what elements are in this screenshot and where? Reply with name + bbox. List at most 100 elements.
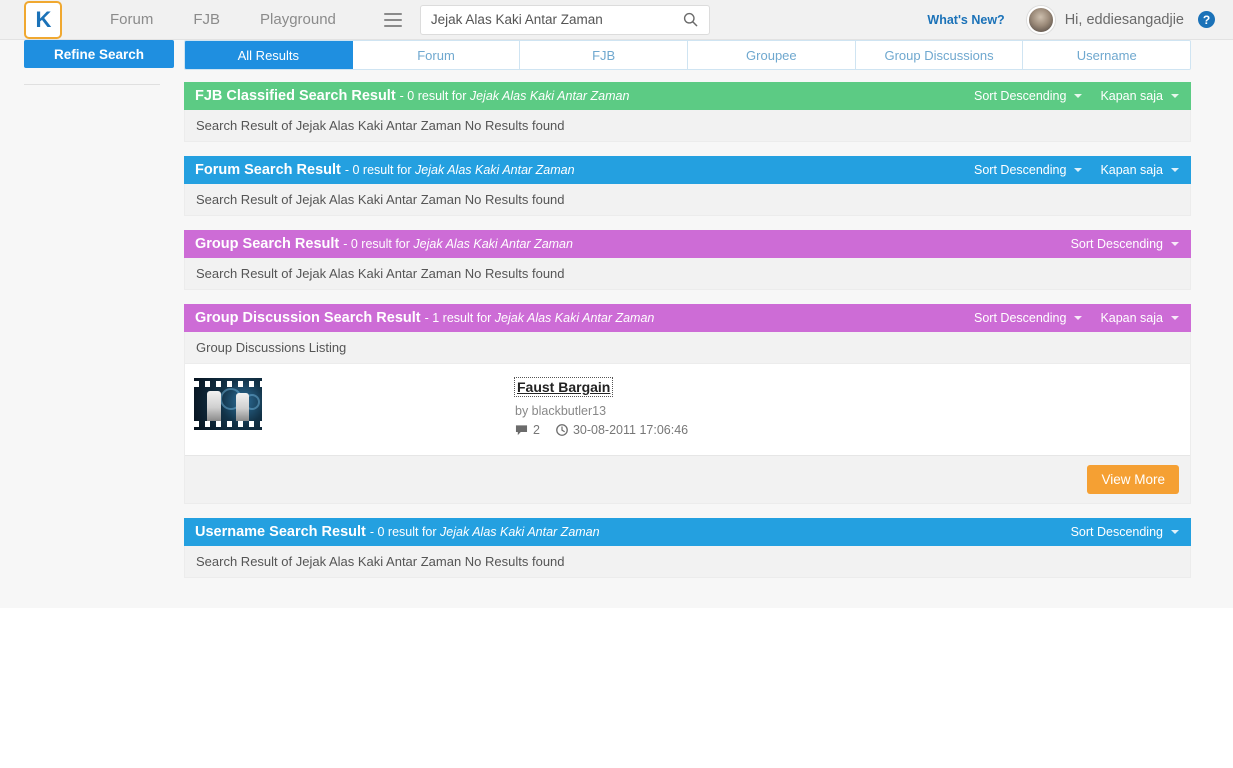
section-controls: Sort Descending Kapan saja [956, 89, 1179, 103]
no-results-text: Search Result of Jejak Alas Kaki Antar Z… [196, 118, 565, 133]
section-title: Group Search Result [195, 236, 340, 252]
hamburger-icon[interactable] [383, 12, 402, 27]
tab-groupee[interactable]: Groupee [688, 41, 856, 69]
chevron-down-icon [1074, 168, 1083, 172]
nav-item-fjb[interactable]: FJB [173, 11, 240, 28]
sort-descending-control[interactable]: Sort Descending [1071, 525, 1179, 539]
section-header: Group Search Result - 0 result for Jejak… [184, 230, 1191, 258]
list-item: Faust Bargain by blackbutler13 2 30-08-2… [185, 363, 1190, 455]
section-body: Search Result of Jejak Alas Kaki Antar Z… [184, 258, 1191, 290]
timestamp-group: 30-08-2011 17:06:46 [556, 423, 688, 437]
section-footer: View More [185, 455, 1190, 503]
kaskus-logo[interactable]: K [24, 0, 62, 39]
discussion-author: by blackbutler13 [515, 404, 607, 418]
section-title: Forum Search Result [195, 162, 341, 178]
help-icon[interactable]: ? [1198, 11, 1215, 28]
section-title: FJB Classified Search Result [195, 88, 396, 104]
refine-search-button[interactable]: Refine Search [24, 40, 174, 68]
chevron-down-icon [1171, 242, 1179, 246]
section-body: Search Result of Jejak Alas Kaki Antar Z… [184, 184, 1191, 216]
section-body: Search Result of Jejak Alas Kaki Antar Z… [184, 110, 1191, 142]
comment-icon [515, 425, 528, 436]
hamburger-bar [383, 24, 402, 27]
tab-forum[interactable]: Forum [352, 41, 521, 69]
section-count: - 0 result for Jejak Alas Kaki Antar Zam… [344, 163, 575, 177]
chevron-down-icon [1171, 530, 1179, 534]
section-count: - 0 result for Jejak Alas Kaki Antar Zam… [343, 237, 573, 251]
film-perforation [194, 381, 262, 387]
comment-count-group: 2 [515, 423, 540, 437]
time-filter-control[interactable]: Kapan saja [1100, 89, 1179, 103]
nav-item-playground[interactable]: Playground [240, 11, 356, 28]
section-controls: Sort Descending Kapan saja [956, 163, 1179, 177]
section-count: - 0 result for Jejak Alas Kaki Antar Zam… [399, 89, 630, 103]
section-term: Jejak Alas Kaki Antar Zaman [469, 89, 630, 103]
sort-descending-control[interactable]: Sort Descending [974, 311, 1083, 325]
discussion-thumbnail[interactable] [194, 378, 262, 430]
main-area: FJB Classified Search Result - 0 result … [0, 74, 1233, 608]
avatar[interactable] [1026, 5, 1055, 34]
section-term: Jejak Alas Kaki Antar Zaman [415, 163, 575, 177]
user-greeting[interactable]: Hi, eddiesangadjie [1065, 12, 1184, 28]
search-icon [684, 12, 698, 27]
results-content: FJB Classified Search Result - 0 result … [184, 74, 1233, 608]
chevron-down-icon [1074, 316, 1083, 320]
section-header: FJB Classified Search Result - 0 result … [184, 82, 1191, 110]
section-controls: Sort Descending [1053, 237, 1179, 251]
header-right: What's New? Hi, eddiesangadjie ? [927, 5, 1233, 34]
sort-descending-control[interactable]: Sort Descending [974, 89, 1083, 103]
sidebar-divider [24, 84, 160, 85]
sort-descending-control[interactable]: Sort Descending [974, 163, 1083, 177]
search-button[interactable] [673, 6, 709, 34]
tab-row: Refine Search All Results Forum FJB Grou… [0, 40, 1233, 74]
discussion-title-link[interactable]: Faust Bargain [513, 377, 614, 397]
section-title: Username Search Result [195, 524, 366, 540]
whats-new-link[interactable]: What's New? [927, 13, 1004, 27]
section-body: Group Discussions Listing Faust Bargain … [184, 332, 1191, 504]
logo-letter: K [35, 6, 52, 32]
section-header: Group Discussion Search Result - 1 resul… [184, 304, 1191, 332]
sort-descending-control[interactable]: Sort Descending [1071, 237, 1179, 251]
section-count: - 1 result for Jejak Alas Kaki Antar Zam… [424, 311, 655, 325]
search-box [419, 4, 710, 35]
hamburger-bar [383, 12, 402, 15]
section-header: Username Search Result - 0 result for Je… [184, 518, 1191, 546]
time-filter-control[interactable]: Kapan saja [1100, 163, 1179, 177]
chevron-down-icon [1171, 94, 1179, 98]
thumbnail-figure [236, 393, 249, 421]
comment-count: 2 [533, 423, 540, 437]
discussion-meta: 2 30-08-2011 17:06:46 [515, 423, 688, 437]
section-fjb-classified: FJB Classified Search Result - 0 result … [184, 82, 1191, 142]
section-term: Jejak Alas Kaki Antar Zaman [494, 311, 655, 325]
no-results-text: Search Result of Jejak Alas Kaki Antar Z… [196, 554, 565, 569]
hamburger-bar [383, 18, 402, 21]
top-header: K Forum FJB Playground What's New? Hi, e… [0, 0, 1233, 40]
nav-item-forum[interactable]: Forum [90, 11, 173, 28]
no-results-text: Search Result of Jejak Alas Kaki Antar Z… [196, 266, 565, 281]
chevron-down-icon [1171, 168, 1179, 172]
chevron-down-icon [1074, 94, 1083, 98]
listing-label: Group Discussions Listing [196, 340, 347, 355]
chevron-down-icon [1171, 316, 1179, 320]
tab-username[interactable]: Username [1023, 41, 1190, 69]
section-group: Group Search Result - 0 result for Jejak… [184, 230, 1191, 290]
result-tabs: All Results Forum FJB Groupee Group Disc… [184, 40, 1191, 70]
section-controls: Sort Descending [1053, 525, 1179, 539]
primary-nav: Forum FJB Playground [90, 11, 356, 28]
thumbnail-figure [207, 391, 221, 421]
time-filter-control[interactable]: Kapan saja [1100, 311, 1179, 325]
search-input[interactable] [420, 12, 673, 27]
section-title: Group Discussion Search Result [195, 310, 421, 326]
clock-icon [556, 424, 568, 436]
section-term: Jejak Alas Kaki Antar Zaman [413, 237, 573, 251]
tab-all-results[interactable]: All Results [185, 41, 353, 69]
section-header: Forum Search Result - 0 result for Jejak… [184, 156, 1191, 184]
view-more-button[interactable]: View More [1087, 465, 1179, 494]
tab-fjb[interactable]: FJB [520, 41, 689, 69]
section-count: - 0 result for Jejak Alas Kaki Antar Zam… [369, 525, 600, 539]
item-info: Faust Bargain by blackbutler13 2 30-08-2… [513, 377, 688, 437]
tab-group-discussions[interactable]: Group Discussions [855, 41, 1024, 69]
section-term: Jejak Alas Kaki Antar Zaman [440, 525, 600, 539]
section-forum: Forum Search Result - 0 result for Jejak… [184, 156, 1191, 216]
film-perforation [194, 421, 262, 427]
